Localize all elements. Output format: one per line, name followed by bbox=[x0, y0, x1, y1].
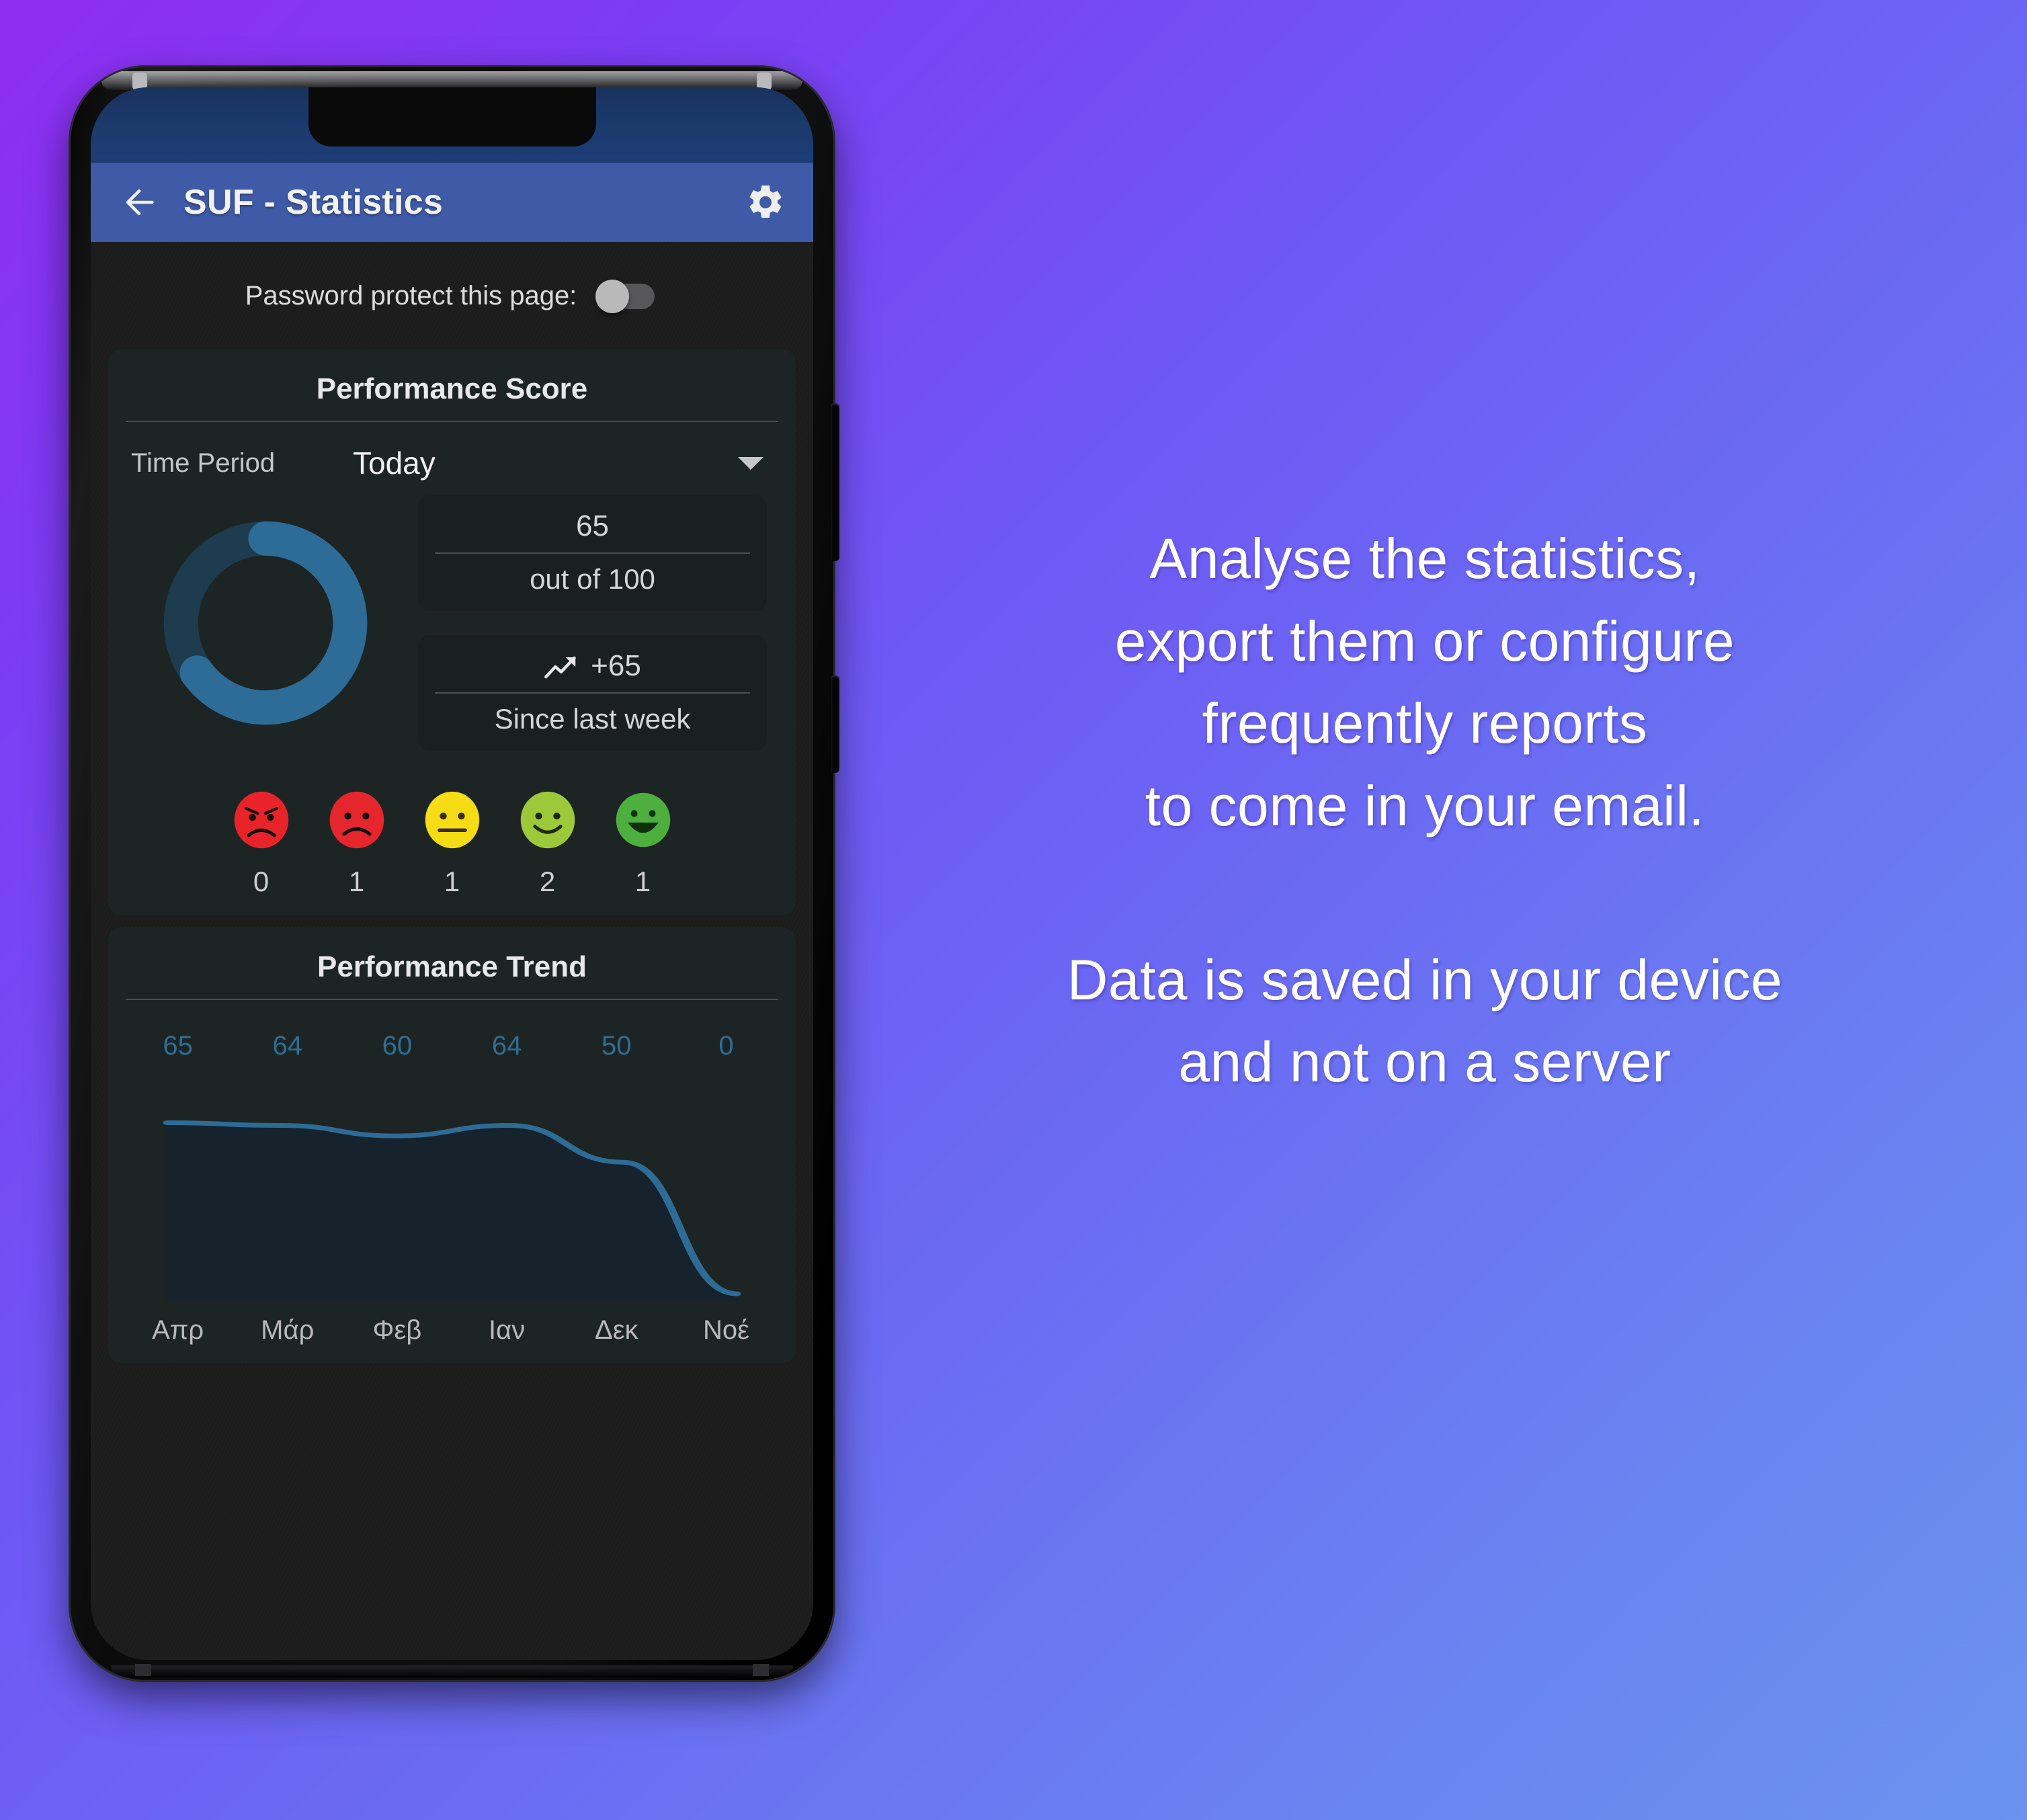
arrow-left-icon bbox=[126, 189, 154, 216]
score-summary-row: 65 out of 100 +65 Since last week bbox=[108, 488, 796, 751]
score-stat-boxes: 65 out of 100 +65 Since last week bbox=[417, 495, 773, 751]
rating-count-smile: 2 bbox=[539, 866, 556, 897]
rating-cell-smile[interactable]: 2 bbox=[515, 789, 580, 898]
copy-paragraph-1: Analyse the statistics, export them or c… bbox=[1115, 518, 1735, 847]
rating-cell-sad[interactable]: 1 bbox=[325, 789, 389, 898]
rating-count-neutral: 1 bbox=[444, 866, 460, 897]
trend-month-label-3: Ιαν bbox=[488, 1315, 526, 1345]
marketing-copy: Analyse the statistics, export them or c… bbox=[867, 0, 1983, 1820]
page-title: SUF - Statistics bbox=[183, 183, 444, 222]
trend-value-label-0: 65 bbox=[163, 1031, 193, 1061]
app-bar: SUF - Statistics bbox=[91, 163, 813, 242]
copy-p1-line3: frequently reports bbox=[1202, 692, 1648, 755]
trend-month-label-4: Δεκ bbox=[594, 1315, 638, 1345]
copy-p2-line1: Data is saved in your device bbox=[1067, 948, 1783, 1011]
trend-month-label-2: Φεβ bbox=[372, 1315, 422, 1345]
rating-cell-happy[interactable]: 1 bbox=[611, 789, 675, 898]
password-protect-row: Password protect this page: bbox=[91, 242, 813, 349]
performance-trend-card: Performance Trend 65 64 60 64 50 0 Απρ Μάρ Φεβ Ι… bbox=[108, 927, 796, 1363]
smile-face-icon bbox=[520, 791, 575, 849]
rating-count-sad: 1 bbox=[348, 866, 365, 897]
time-period-row[interactable]: Time Period Today bbox=[108, 422, 796, 488]
chevron-down-icon[interactable] bbox=[738, 456, 763, 470]
score-value-box: 65 out of 100 bbox=[417, 495, 768, 612]
copy-p1-line2: export them or configure bbox=[1114, 609, 1735, 673]
trend-month-label-1: Μάρ bbox=[261, 1315, 315, 1345]
password-protect-label: Password protect this page: bbox=[245, 280, 577, 311]
trending-up-icon bbox=[544, 656, 576, 679]
power-button[interactable] bbox=[831, 675, 839, 773]
score-trend-value: +65 bbox=[591, 649, 641, 682]
rating-cell-neutral[interactable]: 1 bbox=[420, 789, 485, 898]
trend-value-label-4: 50 bbox=[602, 1031, 632, 1061]
time-period-label: Time Period bbox=[131, 448, 276, 478]
score-trend-caption: Since last week bbox=[494, 703, 691, 735]
trend-chart-body: 65 64 60 64 50 0 Απρ Μάρ Φεβ Ιαν Δεκ Νοέ bbox=[108, 1000, 796, 1346]
copy-p1-line1: Analyse the statistics, bbox=[1149, 527, 1700, 590]
volume-button[interactable] bbox=[831, 403, 839, 561]
trend-value-label-2: 60 bbox=[382, 1031, 413, 1061]
trend-line-chart bbox=[123, 1100, 781, 1342]
phone-screen: SUF - Statistics Password protect this p… bbox=[91, 87, 813, 1660]
page-content: Password protect this page: Performance … bbox=[91, 242, 813, 1660]
score-value-caption: out of 100 bbox=[530, 563, 655, 595]
trend-value-label-1: 64 bbox=[272, 1031, 303, 1061]
performance-trend-title: Performance Trend bbox=[317, 950, 587, 983]
neutral-face-icon bbox=[425, 791, 479, 849]
settings-button[interactable] bbox=[745, 181, 786, 223]
score-trend-box: +65 Since last week bbox=[417, 634, 768, 751]
score-value: 65 bbox=[576, 509, 609, 542]
score-donut-chart bbox=[163, 521, 368, 725]
happy-face-icon bbox=[616, 792, 670, 847]
score-donut-wrap bbox=[131, 509, 400, 737]
trend-month-label-5: Νοέ bbox=[702, 1315, 749, 1345]
trend-value-labels: 65 64 60 64 50 0 bbox=[123, 1000, 781, 1061]
sad-face-icon bbox=[329, 791, 384, 849]
gear-icon bbox=[749, 185, 782, 218]
back-button[interactable] bbox=[118, 181, 161, 224]
phone-body: SUF - Statistics Password protect this p… bbox=[71, 67, 833, 1680]
phone-bottom-nub-right bbox=[753, 1664, 769, 1676]
display-notch bbox=[308, 87, 596, 147]
trend-month-label-0: Απρ bbox=[152, 1315, 204, 1345]
performance-score-card: Performance Score Time Period Today 65 o… bbox=[108, 349, 796, 915]
copy-p1-line4: to come in your email. bbox=[1145, 774, 1705, 837]
phone-bottom-bezel bbox=[111, 1665, 793, 1678]
trend-month-labels: Απρ Μάρ Φεβ Ιαν Δεκ Νοέ bbox=[123, 1302, 781, 1346]
trend-value-label-3: 64 bbox=[491, 1031, 522, 1061]
copy-paragraph-2: Data is saved in your device and not on … bbox=[1067, 939, 1783, 1104]
trend-value-label-5: 0 bbox=[718, 1031, 734, 1061]
score-trend-top: +65 bbox=[435, 645, 750, 692]
angry-face-icon bbox=[234, 791, 288, 849]
time-period-value: Today bbox=[353, 446, 436, 481]
performance-score-title: Performance Score bbox=[316, 372, 588, 405]
rating-count-angry: 0 bbox=[253, 866, 270, 897]
copy-p2-line2: and not on a server bbox=[1178, 1030, 1671, 1094]
rating-count-happy: 1 bbox=[634, 866, 651, 897]
toggle-thumb bbox=[595, 280, 630, 313]
phone-bottom-nub-left bbox=[135, 1664, 151, 1676]
trend-chart-svg bbox=[163, 1120, 741, 1342]
rating-cell-angry[interactable]: 0 bbox=[229, 789, 294, 898]
phone-mockup: SUF - Statistics Password protect this p… bbox=[71, 67, 839, 1680]
screen-inner: SUF - Statistics Password protect this p… bbox=[91, 87, 813, 1660]
password-protect-toggle[interactable] bbox=[595, 280, 659, 313]
rating-faces-row: 0 1 1 2 1 bbox=[108, 751, 796, 898]
